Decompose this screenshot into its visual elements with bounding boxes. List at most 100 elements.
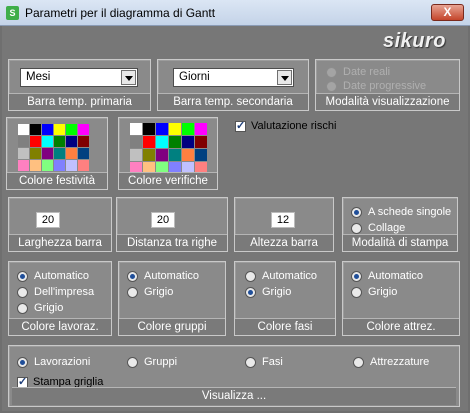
title-bar: S Parametri per il diagramma di Gantt X [0,0,470,26]
radio-display-equipment[interactable]: Attrezzature [353,356,429,368]
row-spacing-input[interactable]: 20 [151,212,175,228]
color-swatch[interactable] [54,124,65,135]
radio-single-sheets[interactable]: A schede singole [351,206,451,218]
radio-label: Attrezzature [370,356,430,368]
chevron-down-icon[interactable] [121,70,136,85]
color-swatch[interactable] [30,124,41,135]
radio-icon[interactable] [17,286,28,298]
radio-icon[interactable] [353,356,364,368]
color-swatch[interactable] [169,136,181,148]
radio-icon[interactable] [351,222,362,234]
color-swatch[interactable] [66,136,77,147]
radio-icon[interactable] [351,206,362,218]
color-swatch[interactable] [143,136,155,148]
radio-icon[interactable] [17,356,28,368]
color-swatch[interactable] [78,124,89,135]
dialog-content: sikuro Mesi Barra temp. primaria Giorni … [2,26,468,411]
radio-icon[interactable] [17,302,28,314]
color-swatch[interactable] [156,136,168,148]
radio-icon[interactable] [351,270,362,282]
color-swatch[interactable] [30,136,41,147]
radio-label: Automatico [262,270,318,282]
color-swatch[interactable] [42,160,53,171]
radio-icon[interactable] [245,286,256,298]
color-swatch[interactable] [30,160,41,171]
color-swatch[interactable] [18,148,29,159]
radio-equip-grey[interactable]: Grigio [351,286,397,298]
color-swatch[interactable] [195,123,207,135]
color-swatch[interactable] [54,160,65,171]
app-icon: S [6,6,19,20]
color-swatch[interactable] [18,160,29,171]
radio-icon[interactable] [127,270,138,282]
color-swatch[interactable] [143,123,155,135]
color-swatch[interactable] [54,136,65,147]
radio-group-grey[interactable]: Grigio [127,286,173,298]
radio-phase-auto[interactable]: Automatico [245,270,317,282]
check-color-palette[interactable] [130,123,207,174]
color-swatch[interactable] [195,149,207,161]
secondary-bar-select[interactable]: Giorni [173,68,294,87]
color-swatch[interactable] [66,124,77,135]
radio-work-grey[interactable]: Grigio [17,302,63,314]
primary-bar-value: Mesi [26,71,51,83]
radio-display-work[interactable]: Lavorazioni [17,356,90,368]
radio-icon[interactable] [351,286,362,298]
radio-collage[interactable]: Collage [351,222,405,234]
primary-bar-select[interactable]: Mesi [20,68,138,87]
radio-icon[interactable] [127,286,138,298]
color-swatch[interactable] [143,149,155,161]
color-swatch[interactable] [130,149,142,161]
color-swatch[interactable] [66,160,77,171]
color-swatch[interactable] [18,124,29,135]
color-swatch[interactable] [195,136,207,148]
chevron-down-icon[interactable] [277,70,292,85]
radio-icon[interactable] [17,270,28,282]
color-swatch[interactable] [78,148,89,159]
radio-icon[interactable] [245,356,256,368]
bar-height-input[interactable]: 12 [271,212,295,228]
color-swatch[interactable] [42,148,53,159]
bar-width-input[interactable]: 20 [36,212,60,228]
row-spacing-label: Distanza tra righe [117,234,227,251]
radio-work-auto[interactable]: Automatico [17,270,89,282]
radio-work-company[interactable]: Dell'impresa [17,286,94,298]
risk-assessment-checkbox[interactable]: Valutazione rischi [235,119,336,132]
radio-label: Grigio [368,286,398,298]
color-swatch[interactable] [169,149,181,161]
radio-group-auto[interactable]: Automatico [127,270,199,282]
radio-icon[interactable] [245,270,256,282]
color-swatch[interactable] [42,124,53,135]
color-swatch[interactable] [130,136,142,148]
radio-label: Grigio [144,286,174,298]
radio-label: Automatico [34,270,90,282]
check-color-label: Colore verifiche [119,172,217,189]
color-swatch[interactable] [78,136,89,147]
color-swatch[interactable] [66,148,77,159]
color-swatch[interactable] [182,149,194,161]
color-swatch[interactable] [156,149,168,161]
radio-label: Dell'impresa [34,286,95,298]
radio-display-phases[interactable]: Fasi [245,356,283,368]
color-swatch[interactable] [169,123,181,135]
color-swatch[interactable] [78,160,89,171]
color-swatch[interactable] [18,136,29,147]
color-swatch[interactable] [182,136,194,148]
color-swatch[interactable] [30,148,41,159]
secondary-bar-label: Barra temp. secondaria [158,93,308,110]
close-button[interactable]: X [431,4,464,21]
checkbox-icon[interactable] [235,119,246,132]
checkbox-icon[interactable] [17,375,28,388]
row-spacing-panel: 20 Distanza tra righe [116,197,228,252]
radio-icon[interactable] [127,356,138,368]
color-swatch[interactable] [42,136,53,147]
holiday-color-palette[interactable] [18,124,89,171]
color-swatch[interactable] [54,148,65,159]
print-mode-label: Modalità di stampa [343,234,457,251]
radio-display-groups[interactable]: Gruppi [127,356,177,368]
color-swatch[interactable] [182,123,194,135]
color-swatch[interactable] [156,123,168,135]
radio-phase-grey[interactable]: Grigio [245,286,291,298]
radio-equip-auto[interactable]: Automatico [351,270,423,282]
color-swatch[interactable] [130,123,142,135]
